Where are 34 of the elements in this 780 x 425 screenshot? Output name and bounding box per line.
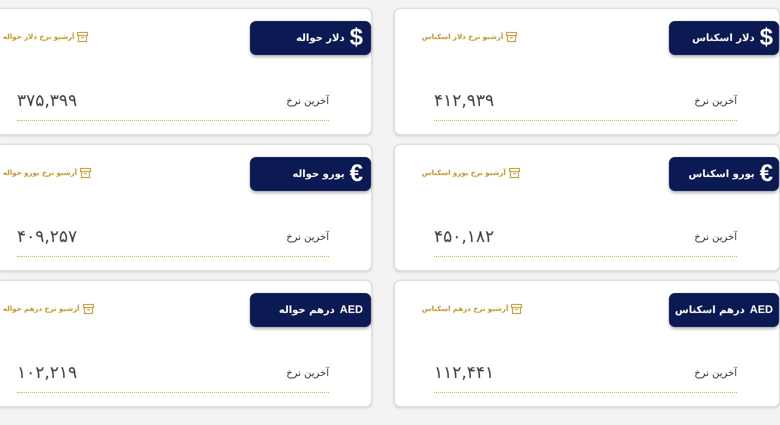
archive-box-icon bbox=[80, 168, 92, 178]
rate-value: ۱۰۲,۲۱۹ bbox=[17, 363, 78, 383]
currency-symbol: $ bbox=[760, 24, 773, 52]
rate-value: ۳۷۵,۳۹۹ bbox=[17, 91, 78, 111]
currency-title: دلار اسکناس bbox=[692, 32, 755, 44]
currency-title: یورو حواله bbox=[292, 168, 345, 180]
rate-value: ۱۱۲,۴۴۱ bbox=[434, 363, 494, 383]
rate-label: آخرین نرخ bbox=[286, 232, 329, 242]
currency-symbol: € bbox=[760, 160, 773, 188]
currency-title: درهم اسکناس bbox=[674, 304, 745, 316]
currency-badge[interactable]: $ دلار حواله bbox=[250, 21, 371, 55]
currency-symbol: AED bbox=[750, 304, 773, 316]
archive-box-icon bbox=[77, 32, 88, 42]
rate-value: ۴۰۹,۲۵۷ bbox=[17, 227, 78, 247]
currency-title: دلار حواله bbox=[296, 32, 345, 44]
rate-value: ۴۱۲,۹۳۹ bbox=[434, 91, 494, 111]
currency-symbol: AED bbox=[340, 304, 363, 316]
rate-label: آخرین نرخ bbox=[694, 368, 737, 378]
rate-label: آخرین نرخ bbox=[286, 96, 329, 106]
archive-box-icon bbox=[508, 168, 520, 178]
archive-box-icon bbox=[511, 304, 522, 314]
rate-label: آخرین نرخ bbox=[286, 368, 329, 378]
currency-badge[interactable]: $ دلار اسکناس bbox=[669, 21, 779, 55]
archive-box-icon bbox=[506, 32, 518, 42]
currency-badge[interactable]: € یورو حواله bbox=[250, 157, 371, 191]
rate-label: آخرین نرخ bbox=[694, 96, 737, 106]
currency-symbol: $ bbox=[350, 24, 363, 52]
currency-symbol: € bbox=[350, 160, 363, 188]
archive-box-icon bbox=[82, 304, 94, 314]
rate-label: آخرین نرخ bbox=[694, 232, 737, 242]
currency-badge[interactable]: € یورو اسکناس bbox=[669, 157, 779, 191]
rate-value: ۴۵۰,۱۸۲ bbox=[434, 227, 494, 247]
currency-title: درهم حواله bbox=[278, 304, 335, 316]
currency-title: یورو اسکناس bbox=[688, 168, 755, 180]
